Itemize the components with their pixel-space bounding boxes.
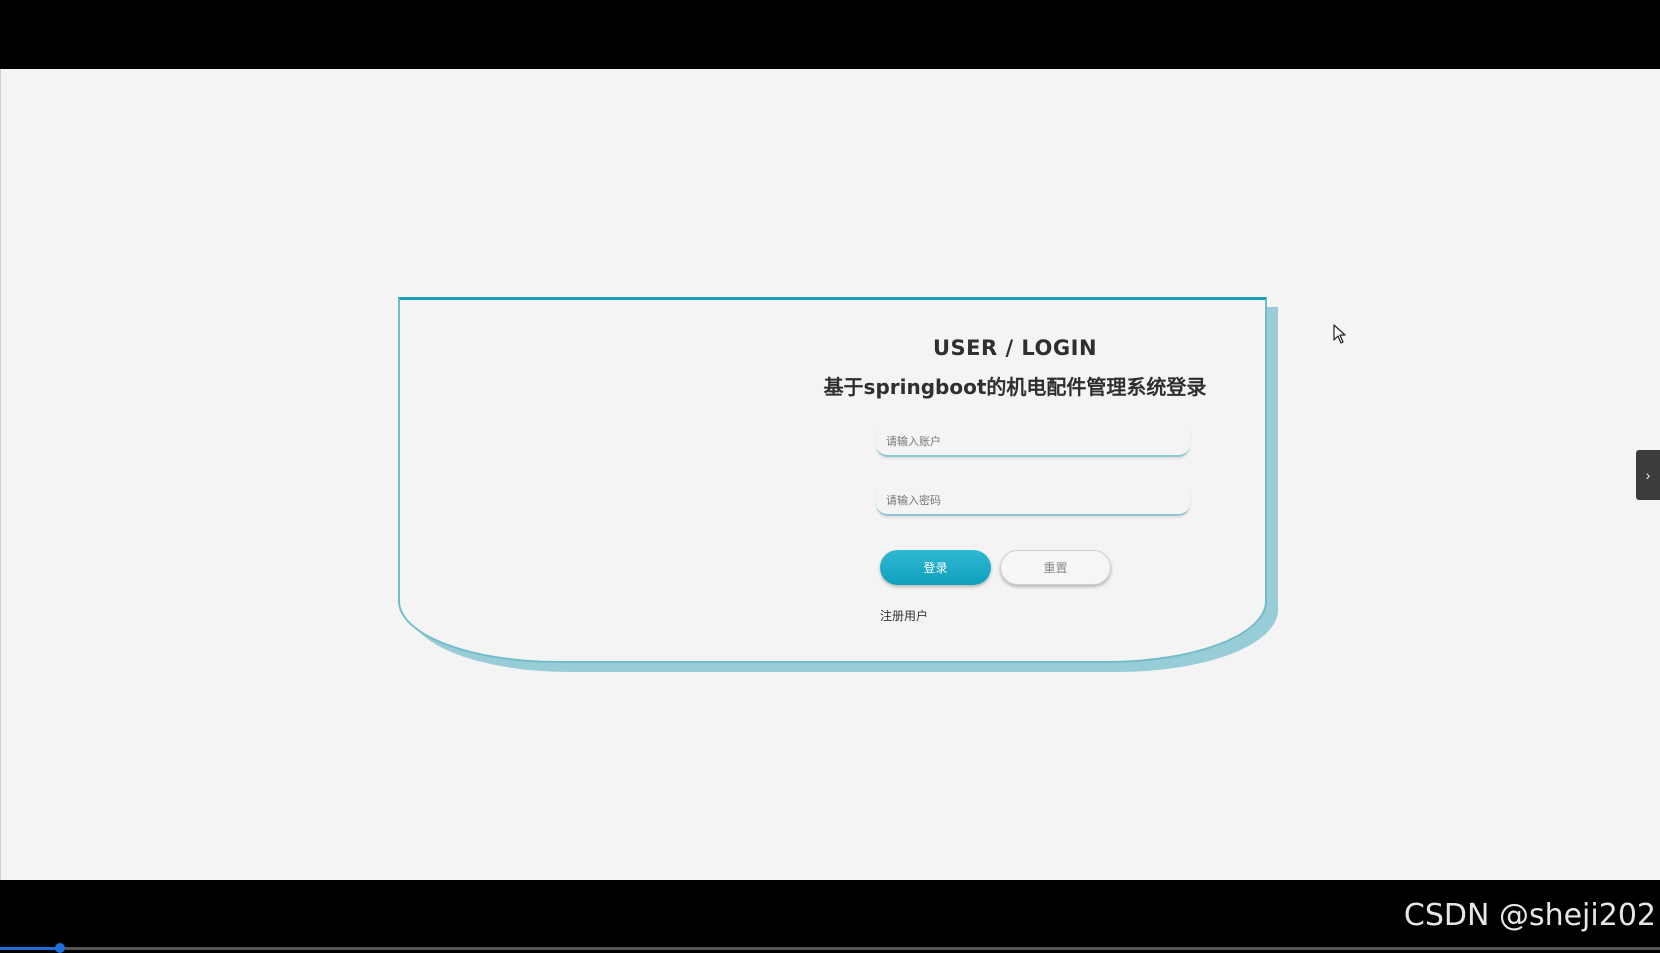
password-input[interactable] <box>876 486 1190 516</box>
video-progress-handle[interactable] <box>55 943 65 953</box>
register-user-link[interactable]: 注册用户 <box>880 607 928 624</box>
sidebar-toggle-button[interactable]: › <box>1636 450 1660 500</box>
login-title: USER / LOGIN <box>850 336 1180 360</box>
login-card: USER / LOGIN 基于springboot的机电配件管理系统登录 登录 … <box>398 297 1267 663</box>
username-input[interactable] <box>876 427 1190 457</box>
csdn-watermark: CSDN @sheji202 <box>1404 898 1656 933</box>
login-button[interactable]: 登录 <box>880 550 991 585</box>
system-title: 基于springboot的机电配件管理系统登录 <box>810 371 1220 400</box>
chevron-right-icon: › <box>1646 467 1651 483</box>
reset-button[interactable]: 重置 <box>1000 550 1111 585</box>
mouse-cursor-icon <box>1333 324 1347 344</box>
browser-viewport: USER / LOGIN 基于springboot的机电配件管理系统登录 登录 … <box>0 69 1660 880</box>
